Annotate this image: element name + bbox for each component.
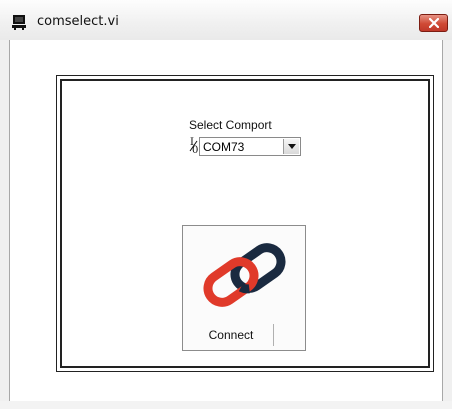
dropdown-button[interactable]: [283, 139, 299, 154]
window-frame-right-edge: [442, 40, 443, 409]
window-bottom-edge: [0, 401, 452, 409]
chevron-down-icon: [288, 144, 296, 149]
link-icon: [203, 243, 286, 307]
close-button[interactable]: [419, 14, 448, 32]
title-bar[interactable]: comselect.vi: [0, 0, 452, 40]
window-frame-left: [0, 40, 9, 409]
visa-io-icon: I 0: [189, 137, 199, 156]
app-icon: [11, 14, 27, 30]
panel-frame-inner: Select Comport I 0 COM73 Connect: [60, 79, 430, 368]
comport-value: COM73: [203, 140, 245, 154]
window-frame-right: [443, 40, 452, 409]
front-panel: Select Comport I 0 COM73 Connect: [10, 40, 442, 401]
select-comport-label: Select Comport: [189, 118, 272, 132]
panel-frame: Select Comport I 0 COM73 Connect: [56, 75, 434, 372]
connect-divider: [273, 324, 274, 346]
window-title: comselect.vi: [37, 14, 119, 29]
connect-button[interactable]: Connect: [182, 225, 306, 351]
connect-label: Connect: [208, 328, 254, 342]
close-icon: [429, 18, 439, 28]
comport-select[interactable]: COM73: [199, 137, 301, 156]
